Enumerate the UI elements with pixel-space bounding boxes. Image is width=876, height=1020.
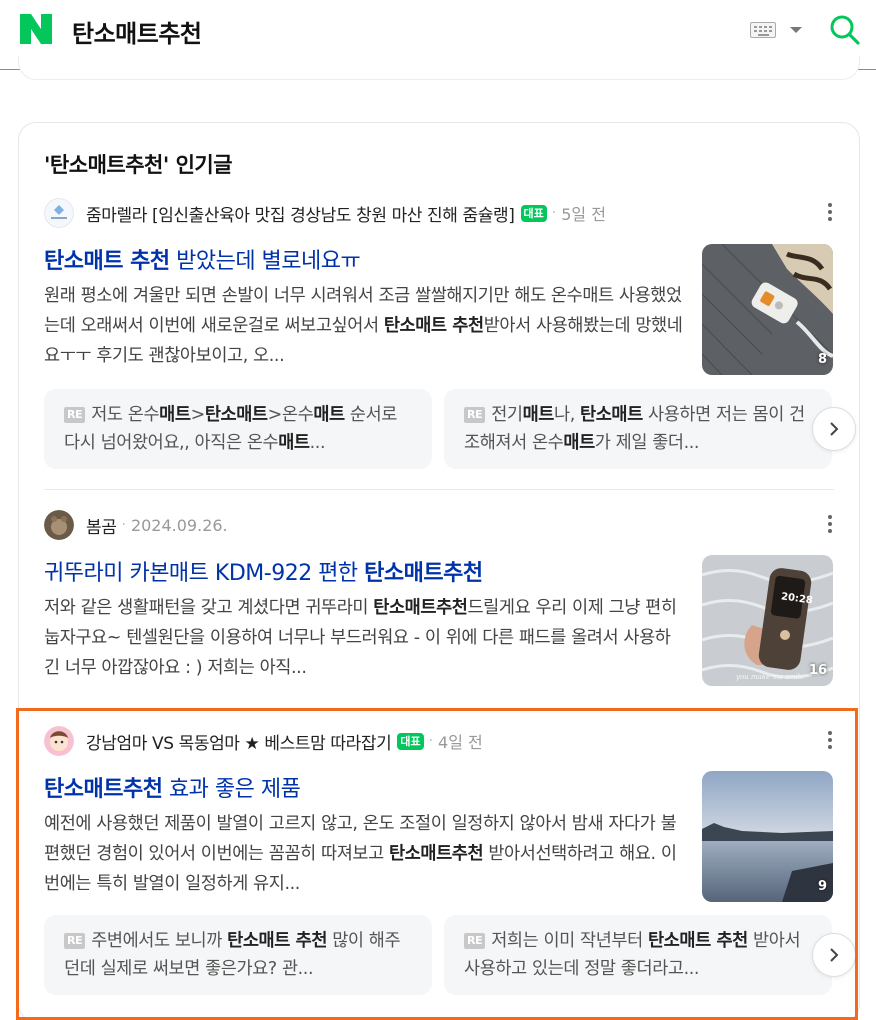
title-keyword: 탄소매트추천 xyxy=(44,777,163,802)
reply-text: 저희는 이미 작년부터 탄소매트 추천 받아서 사용하고 있는데 정말 좋더라고… xyxy=(464,931,801,979)
title-keyword: 탄소매트추천 xyxy=(364,561,483,586)
chevron-right-icon xyxy=(830,422,839,436)
mat-photo xyxy=(702,244,833,375)
avatar[interactable] xyxy=(44,726,74,756)
section-title: '탄소매트추천' 인기글 xyxy=(44,153,233,177)
reply-tag: RE xyxy=(464,407,486,423)
reply-tag: RE xyxy=(64,933,86,949)
more-options-icon[interactable] xyxy=(825,731,835,751)
post-title[interactable]: 귀뚜라미 카본매트 KDM-922 편한 탄소매트추천 xyxy=(44,555,483,587)
divider xyxy=(44,489,834,490)
representative-badge: 대표 xyxy=(520,204,547,222)
more-options-icon[interactable] xyxy=(825,515,835,535)
chevron-right-icon xyxy=(830,948,839,962)
separator-dot: · xyxy=(121,517,126,533)
post-date: 4일 전 xyxy=(438,733,483,752)
desc-text: 저와 같은 생활패턴을 갖고 계셨다면 귀뚜라미 xyxy=(44,598,374,618)
author-name[interactable]: 강남엄마 VS 목동엄마 ★ 베스트맘 따라잡기 xyxy=(86,729,392,754)
image-count: 9 xyxy=(817,879,827,894)
post-title[interactable]: 탄소매트 추천 받았는데 별로네요ㅠ xyxy=(44,243,361,275)
post-meta: 강남엄마 VS 목동엄마 ★ 베스트맘 따라잡기 대표 · 4일 전 xyxy=(44,725,804,757)
author-name[interactable]: 줌마렐라 [임신출산육아 맛집 경상남도 창원 마산 진해 줌슐랭] xyxy=(86,201,515,226)
reply-text: 전기매트나, 탄소매트 사용하면 저는 몸이 건조해져서 온수매트가 제일 좋더… xyxy=(464,405,805,453)
reply-text: 저도 온수매트>탄소매트>온수매트 순서로 다시 넘어왔어요,, 아직은 온수매… xyxy=(64,405,397,453)
post-date: 5일 전 xyxy=(561,205,606,224)
lake-photo xyxy=(702,771,833,902)
reply-carousel: RE 저도 온수매트>탄소매트>온수매트 순서로 다시 넘어왔어요,, 아직은 온… xyxy=(44,389,856,471)
reply-tag: RE xyxy=(64,407,86,423)
image-count: 8 xyxy=(817,352,827,367)
post-meta: 봄곰 · 2024.09.26. xyxy=(44,509,804,541)
search-icon[interactable] xyxy=(828,13,862,47)
search-query[interactable]: 탄소매트추천 xyxy=(72,14,202,49)
post-date: 2024.09.26. xyxy=(130,515,228,535)
reply-card[interactable]: RE 저희는 이미 작년부터 탄소매트 추천 받아서 사용하고 있는데 정말 좋더… xyxy=(444,915,832,995)
reply-carousel: RE 주변에서도 보니까 탄소매트 추천 많이 해주던데 실제로 써보면 좋은가요… xyxy=(44,915,856,997)
more-options-icon[interactable] xyxy=(825,203,835,223)
post-title[interactable]: 탄소매트추천 효과 좋은 제품 xyxy=(44,771,301,803)
avatar[interactable] xyxy=(44,510,74,540)
representative-badge: 대표 xyxy=(397,732,424,750)
naver-logo-icon[interactable] xyxy=(20,14,52,44)
chevron-down-icon[interactable] xyxy=(790,27,802,33)
keyboard-icon[interactable] xyxy=(750,22,776,38)
separator-dot: · xyxy=(428,733,434,749)
post-description[interactable]: 원래 평소에 겨울만 되면 손발이 너무 시려워서 조금 쌀쌀해지기만 해도 온… xyxy=(44,281,684,371)
next-reply-button[interactable] xyxy=(812,933,856,977)
desc-keyword: 탄소매트추천 xyxy=(373,598,468,618)
next-reply-button[interactable] xyxy=(812,407,856,451)
reply-card[interactable]: RE 저도 온수매트>탄소매트>온수매트 순서로 다시 넘어왔어요,, 아직은 온… xyxy=(44,389,432,469)
post-description[interactable]: 예전에 사용했던 제품이 발열이 고르지 않고, 온도 조절이 일정하지 않아서… xyxy=(44,809,684,899)
image-caption: you make me smile xyxy=(735,673,804,681)
previous-card-edge xyxy=(18,56,860,80)
post-thumbnail[interactable]: 20:28 you make me smile 16 xyxy=(702,555,833,686)
avatar[interactable] xyxy=(44,198,74,228)
title-keyword: 탄소매트 추천 xyxy=(44,249,170,274)
reply-tag: RE xyxy=(464,933,486,949)
post-thumbnail[interactable]: 9 xyxy=(702,771,833,902)
title-text: 귀뚜라미 카본매트 KDM-922 편한 xyxy=(44,561,365,586)
reply-text: 주변에서도 보니까 탄소매트 추천 많이 해주던데 실제로 써보면 좋은가요? … xyxy=(64,931,401,979)
reply-card[interactable]: RE 주변에서도 보니까 탄소매트 추천 많이 해주던데 실제로 써보면 좋은가요… xyxy=(44,915,432,995)
desc-keyword: 탄소매트추천 xyxy=(388,844,484,864)
title-text: 받았는데 별로네요ㅠ xyxy=(169,249,361,274)
post-thumbnail[interactable]: 8 xyxy=(702,244,833,375)
reply-card[interactable]: RE 전기매트나, 탄소매트 사용하면 저는 몸이 건조해져서 온수매트가 제일 … xyxy=(444,389,832,469)
image-count: 16 xyxy=(808,663,827,678)
author-name[interactable]: 봄곰 xyxy=(86,513,117,538)
separator-dot: · xyxy=(551,205,557,221)
post-description[interactable]: 저와 같은 생활패턴을 갖고 계셨다면 귀뚜라미 탄소매트추천드릴게요 우리 이… xyxy=(44,593,684,683)
desc-keyword: 탄소매트 추천 xyxy=(383,316,484,336)
post-meta: 줌마렐라 [임신출산육아 맛집 경상남도 창원 마산 진해 줌슐랭] 대표 · … xyxy=(44,197,804,229)
title-text: 효과 좋은 제품 xyxy=(162,777,301,802)
